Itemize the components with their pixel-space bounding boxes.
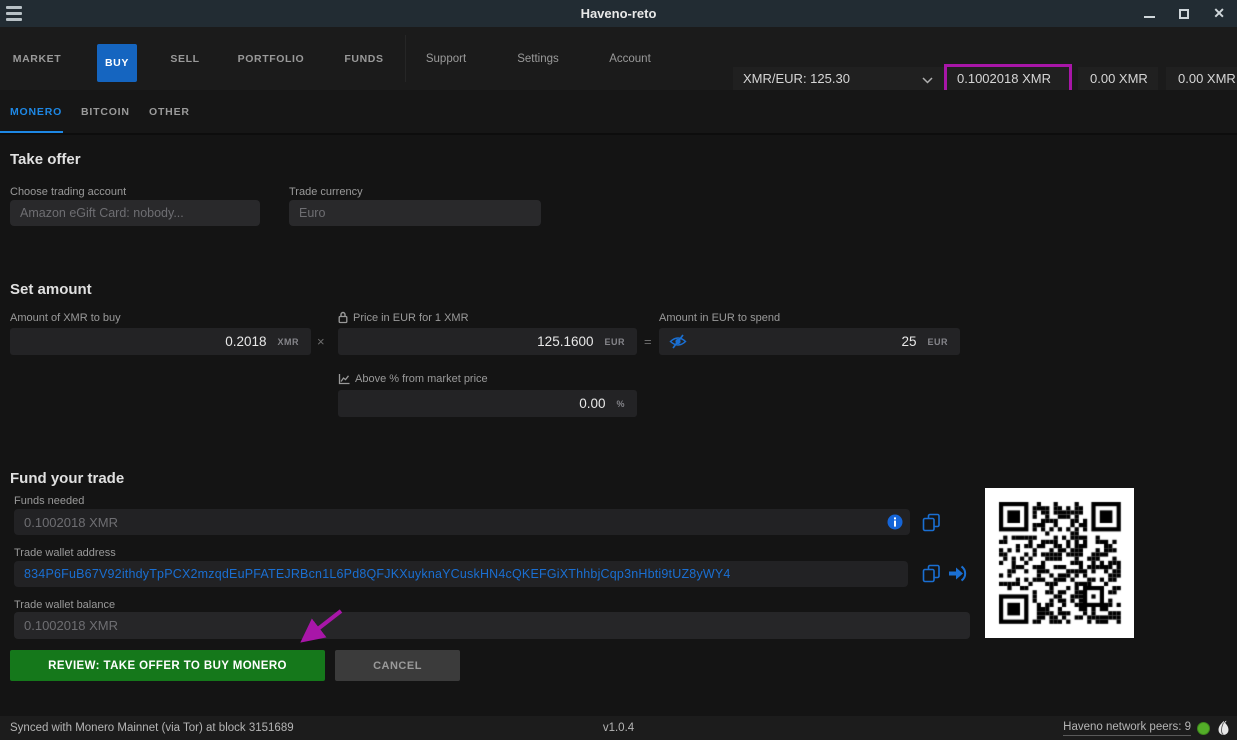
eye-slash-icon[interactable]: [669, 334, 687, 349]
main-navbar: MARKET BUY SELL PORTFOLIO FUNDS Support …: [0, 27, 1237, 90]
take-offer-heading: Take offer: [10, 151, 81, 168]
lock-icon: [338, 311, 348, 324]
reserved-balance-value: 0.00 XMR: [1178, 71, 1237, 86]
spend-input[interactable]: 25 EUR: [659, 328, 960, 355]
price-value: 125.1600: [537, 334, 593, 349]
tab-bitcoin[interactable]: BITCOIN: [81, 90, 130, 133]
version-text: v1.0.4: [0, 716, 1237, 740]
multiply-sign: ×: [317, 334, 325, 349]
nav-divider: [405, 35, 406, 82]
review-take-offer-button[interactable]: REVIEW: TAKE OFFER TO BUY MONERO: [10, 650, 325, 681]
currency-tabstrip: MONERO BITCOIN OTHER: [0, 90, 1237, 135]
price-label: Price in EUR for 1 XMR: [353, 312, 469, 324]
cancel-button[interactable]: CANCEL: [335, 650, 460, 681]
wallet-address-label: Trade wallet address: [14, 547, 116, 559]
amount-to-buy-label: Amount of XMR to buy: [10, 312, 121, 324]
window-controls: ✕: [1144, 0, 1225, 27]
market-price-pair: XMR/EUR: 125.30: [743, 71, 935, 86]
deviation-label-row: Above % from market price: [338, 373, 488, 385]
amount-to-buy-value: 0.2018: [225, 334, 266, 349]
funds-needed-field[interactable]: 0.1002018 XMR: [14, 509, 910, 535]
copy-funds-icon[interactable]: [922, 513, 941, 532]
statusbar: Synced with Monero Mainnet (via Tor) at …: [0, 716, 1237, 740]
spend-value: 25: [901, 334, 916, 349]
close-icon[interactable]: ✕: [1213, 0, 1225, 27]
trading-account-select[interactable]: Amazon eGift Card: nobody...: [10, 200, 260, 226]
network-status: Haveno network peers: 9: [1063, 716, 1231, 740]
minimize-icon[interactable]: [1144, 16, 1155, 18]
pending-balance-value: 0.00 XMR: [1090, 71, 1158, 86]
wallet-balance-value: 0.1002018 XMR: [24, 618, 118, 633]
maximize-icon[interactable]: [1179, 9, 1189, 19]
connection-status-dot: [1197, 722, 1210, 735]
deviation-label: Above % from market price: [355, 373, 488, 385]
info-icon[interactable]: [887, 514, 903, 530]
equals-sign: =: [644, 334, 652, 349]
spend-label: Amount in EUR to spend: [659, 312, 780, 324]
nav-item-settings[interactable]: Settings: [507, 27, 569, 90]
nav-item-market[interactable]: MARKET: [14, 27, 60, 90]
wallet-balance-field[interactable]: 0.1002018 XMR: [14, 612, 970, 639]
trade-currency-select[interactable]: Euro: [289, 200, 541, 226]
tor-onion-icon: [1216, 720, 1231, 737]
fund-trade-heading: Fund your trade: [10, 470, 124, 487]
nav-item-account[interactable]: Account: [599, 27, 661, 90]
active-tab-underline: [0, 131, 63, 133]
nav-item-funds[interactable]: FUNDS: [339, 27, 389, 90]
wallet-address-value: 834P6FuB67V92ithdyTpPCX2mzqdEuPFATEJRBcn…: [24, 567, 731, 581]
amount-to-buy-suffix: XMR: [278, 337, 300, 347]
spend-suffix: EUR: [927, 337, 948, 347]
trade-currency-label: Trade currency: [289, 186, 363, 198]
nav-item-support[interactable]: Support: [416, 27, 476, 90]
nav-item-sell[interactable]: SELL: [165, 27, 205, 90]
available-balance-value: 0.1002018 XMR: [957, 71, 1069, 86]
deviation-suffix: %: [616, 399, 625, 409]
window-title: Haveno-reto: [0, 0, 1237, 27]
nav-item-buy[interactable]: BUY: [97, 44, 137, 82]
price-label-row: Price in EUR for 1 XMR: [338, 311, 469, 324]
funds-needed-value: 0.1002018 XMR: [24, 515, 118, 530]
deviation-input[interactable]: 0.00 %: [338, 390, 637, 417]
open-wallet-icon[interactable]: [948, 565, 967, 582]
nav-item-portfolio[interactable]: PORTFOLIO: [236, 27, 306, 90]
tab-other[interactable]: OTHER: [149, 90, 190, 133]
tab-monero[interactable]: MONERO: [10, 90, 62, 133]
set-amount-heading: Set amount: [10, 281, 92, 298]
chart-icon: [338, 373, 350, 385]
amount-to-buy-input[interactable]: 0.2018 XMR: [10, 328, 311, 355]
wallet-address-field[interactable]: 834P6FuB67V92ithdyTpPCX2mzqdEuPFATEJRBcn…: [14, 561, 908, 587]
haveno-app-window: Haveno-reto ✕ MARKET BUY SELL PORTFOLIO …: [0, 0, 1237, 740]
titlebar: Haveno-reto ✕: [0, 0, 1237, 27]
copy-address-icon[interactable]: [922, 564, 941, 583]
wallet-balance-label: Trade wallet balance: [14, 599, 115, 611]
trading-account-label: Choose trading account: [10, 186, 126, 198]
price-suffix: EUR: [604, 337, 625, 347]
funds-needed-label: Funds needed: [14, 495, 84, 507]
price-input[interactable]: 125.1600 EUR: [338, 328, 637, 355]
wallet-qr-code: [985, 488, 1134, 638]
network-peers-text[interactable]: Haveno network peers: 9: [1063, 720, 1191, 736]
deviation-value: 0.00: [579, 396, 605, 411]
chevron-down-icon: [922, 77, 933, 84]
